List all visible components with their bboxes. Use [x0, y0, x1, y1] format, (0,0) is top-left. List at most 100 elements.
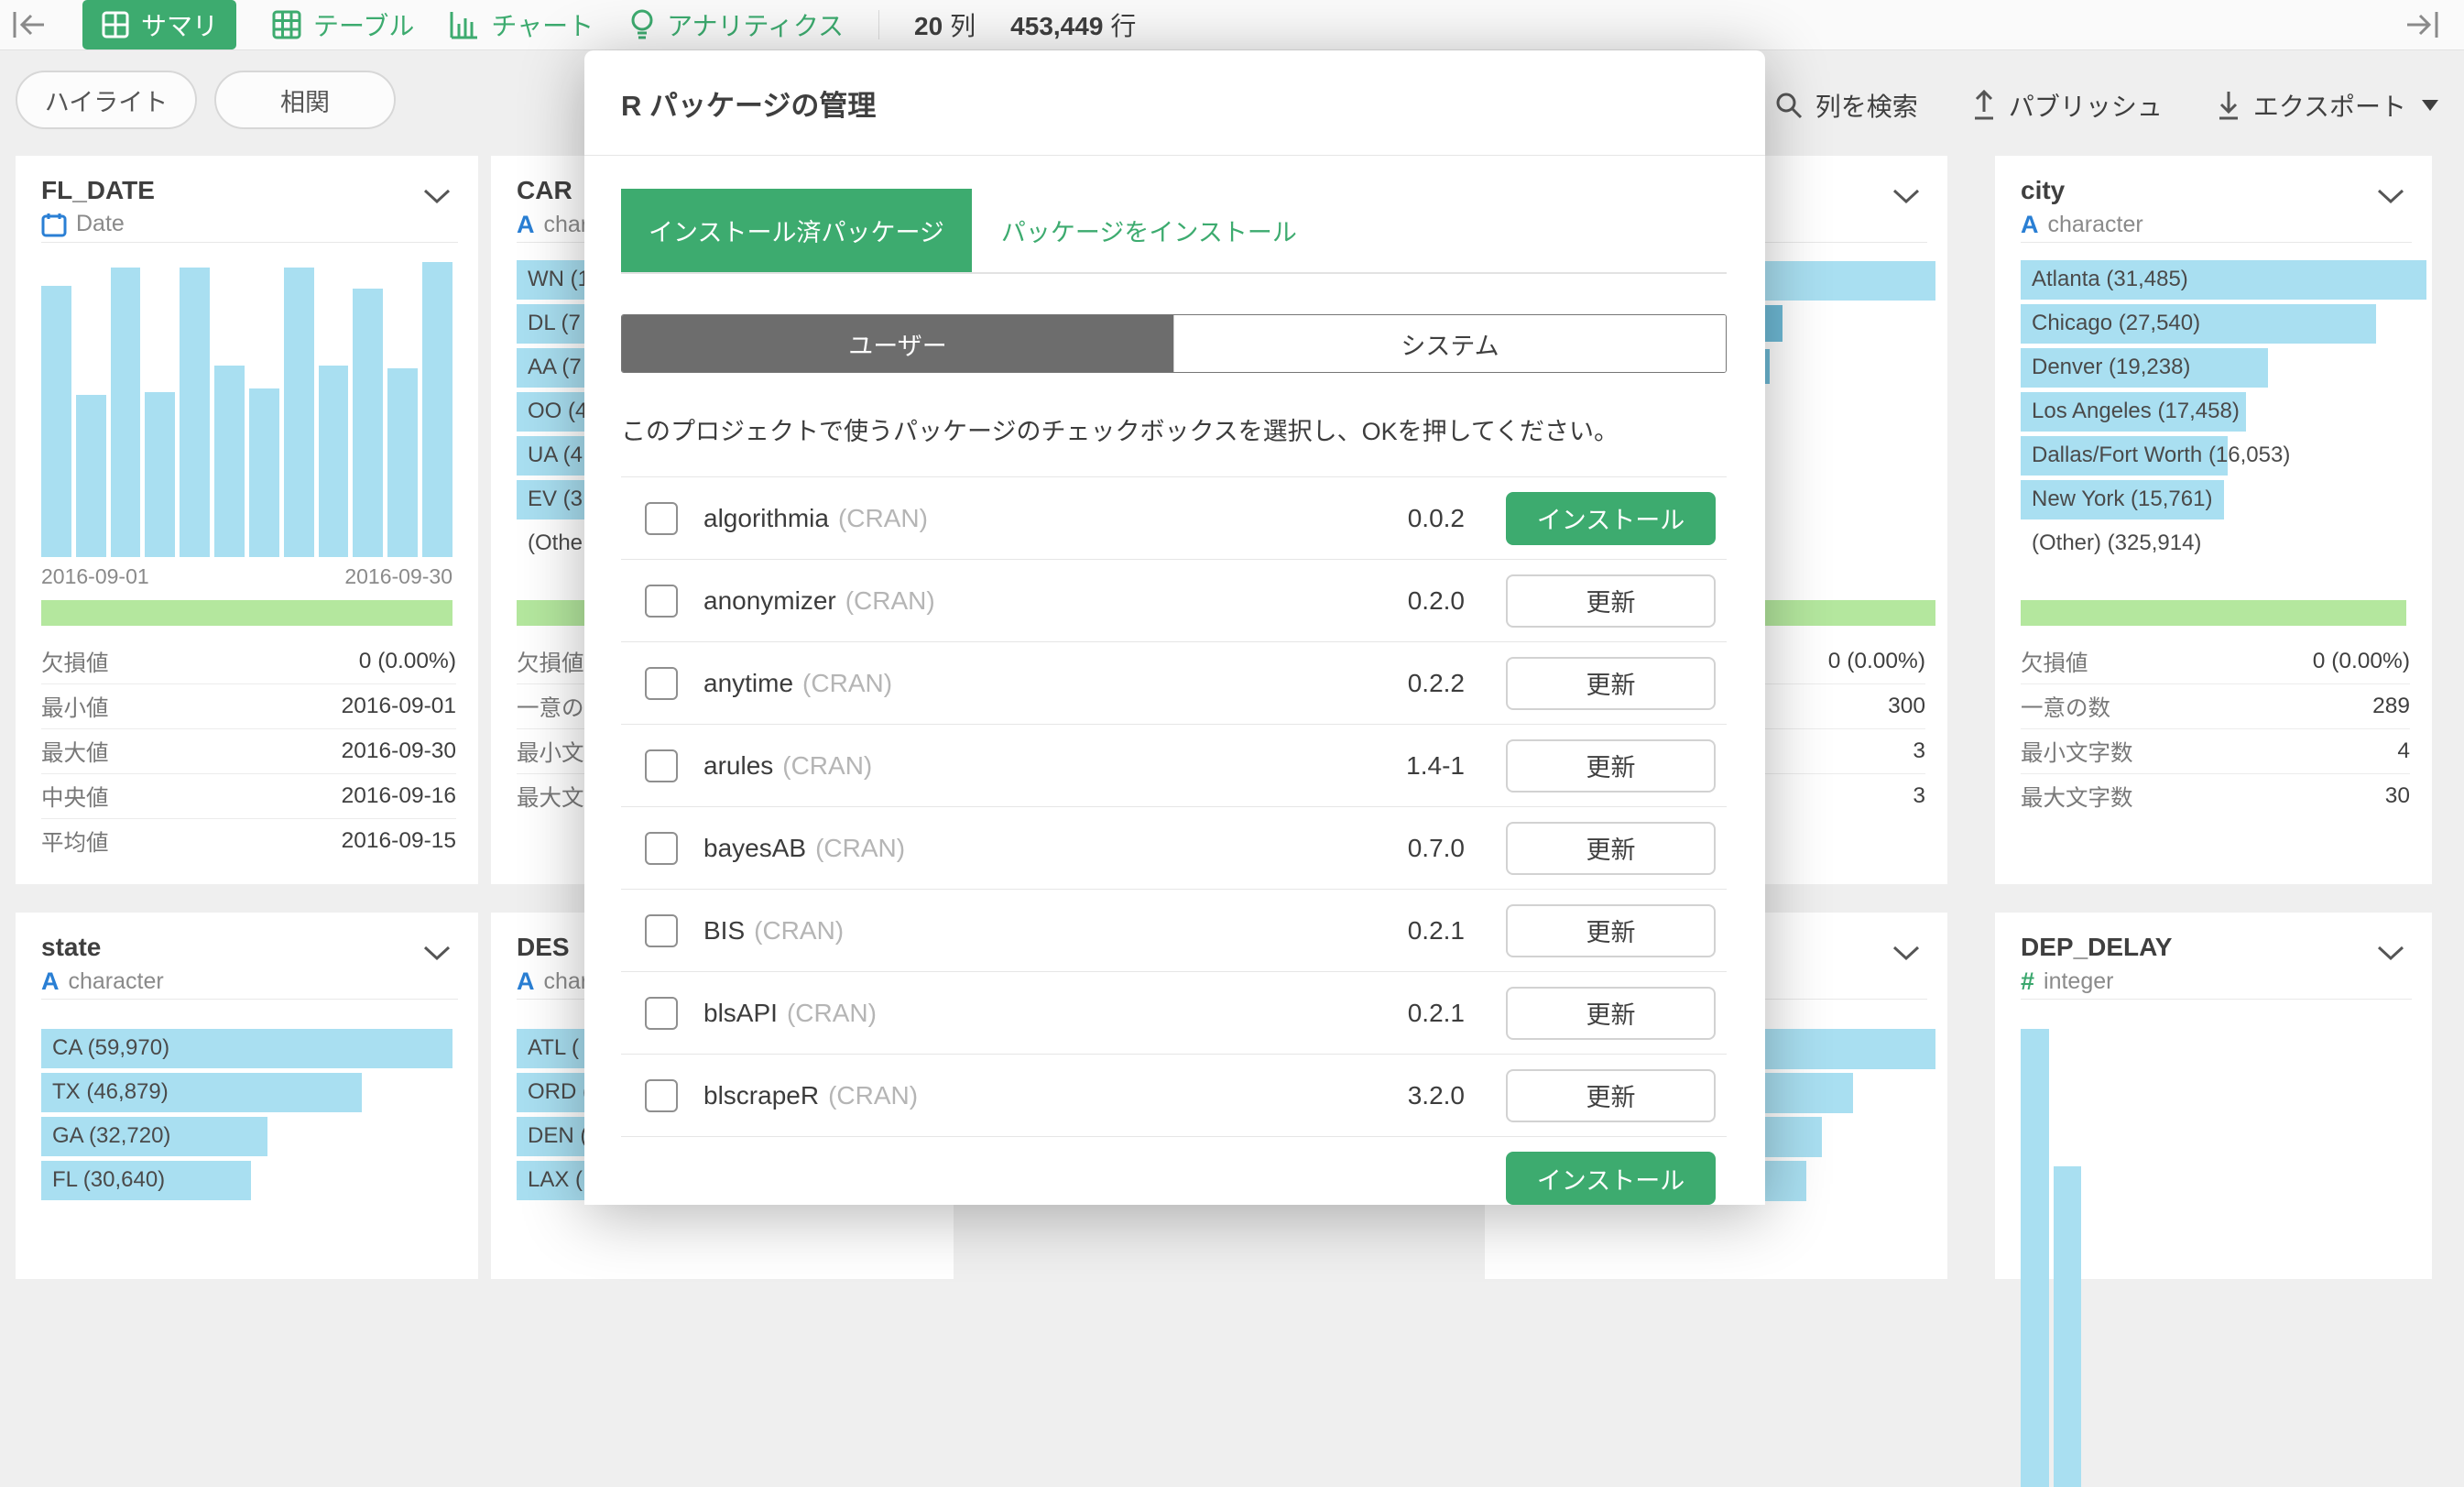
package-row: blscrapeR (CRAN) 3.2.0 更新 — [621, 1055, 1727, 1137]
delay-histogram — [2021, 1029, 2406, 1487]
package-checkbox[interactable] — [645, 585, 678, 618]
package-name: blsAPI — [703, 999, 778, 1028]
tab-summary[interactable]: サマリ — [82, 0, 236, 49]
collapse-left-icon[interactable] — [11, 9, 48, 40]
character-type-icon: A — [41, 968, 60, 996]
card-title: FL_DATE — [41, 176, 155, 205]
card-title: DEP_DELAY — [2021, 933, 2172, 962]
column-card-state: state A character CA (59,970) TX (46,879… — [16, 913, 478, 1279]
card-divider — [41, 999, 458, 1000]
card-type: # integer — [2021, 968, 2113, 996]
card-type: Date — [41, 211, 125, 237]
update-button[interactable]: 更新 — [1506, 1069, 1716, 1122]
scope-user[interactable]: ユーザー — [622, 315, 1173, 372]
column-count: 20列 — [914, 6, 976, 43]
package-source: (CRAN) — [815, 834, 905, 863]
correlation-button[interactable]: 相関 — [214, 71, 396, 129]
package-version: 1.4-1 — [1327, 751, 1465, 781]
tab-analytics[interactable]: アナリティクス — [628, 6, 844, 43]
card-type: A character — [2021, 211, 2143, 239]
chevron-down-icon[interactable] — [423, 946, 451, 962]
tab-analytics-label: アナリティクス — [667, 6, 844, 43]
tab-install-packages[interactable]: パッケージをインストール — [974, 189, 1325, 272]
tab-table[interactable]: テーブル — [271, 6, 414, 43]
package-row: BIS (CRAN) 0.2.1 更新 — [621, 890, 1727, 972]
chevron-down-icon[interactable] — [2377, 946, 2404, 962]
export-down-icon — [2216, 90, 2241, 121]
search-columns-button[interactable]: 列を検索 — [1774, 87, 1918, 124]
stat-row: 平均値2016-09-15 — [41, 818, 456, 863]
table-grid-icon — [271, 9, 302, 40]
stat-row: 中央値2016-09-16 — [41, 773, 456, 818]
publish-button[interactable]: パブリッシュ — [1971, 87, 2163, 124]
scope-system[interactable]: システム — [1173, 315, 1726, 372]
tab-chart[interactable]: チャート — [449, 6, 594, 43]
highlight-button[interactable]: ハイライト — [16, 71, 197, 129]
range-bar — [41, 600, 452, 626]
package-row: blsAPI (CRAN) 0.2.1 更新 — [621, 972, 1727, 1055]
package-version: 0.0.2 — [1327, 504, 1465, 533]
package-tabs: インストール済パッケージ パッケージをインストール — [621, 189, 1727, 274]
card-title: CAR — [517, 176, 572, 205]
column-card-dep-delay: DEP_DELAY # integer — [1995, 913, 2432, 1279]
toolbar-divider — [878, 10, 879, 39]
package-name: arules — [703, 751, 773, 781]
package-checkbox[interactable] — [645, 997, 678, 1030]
package-row: bayesAB (CRAN) 0.7.0 更新 — [621, 807, 1727, 890]
package-name: blscrapeR — [703, 1081, 819, 1110]
chevron-down-icon[interactable] — [1892, 189, 1920, 205]
export-button[interactable]: エクスポート — [2216, 87, 2438, 124]
row-count: 453,449行 — [1010, 6, 1136, 43]
update-button[interactable]: 更新 — [1506, 657, 1716, 710]
chevron-down-icon[interactable] — [1892, 946, 1920, 962]
card-title: city — [2021, 176, 2065, 205]
package-name: algorithmia — [703, 504, 829, 533]
stat-row: 一意の数289 — [2021, 683, 2410, 728]
stat-row: 最大値2016-09-30 — [41, 728, 456, 773]
category-bars: Atlanta (31,485) Chicago (27,540) Denver… — [2021, 260, 2426, 568]
card-divider — [41, 242, 458, 243]
expand-right-icon[interactable] — [2404, 9, 2440, 40]
tab-installed-packages[interactable]: インストール済パッケージ — [621, 189, 972, 272]
install-button[interactable]: インストール — [1506, 492, 1716, 545]
package-version: 0.7.0 — [1327, 834, 1465, 863]
package-source: (CRAN) — [787, 999, 877, 1028]
package-checkbox[interactable] — [645, 832, 678, 865]
chevron-down-icon[interactable] — [2377, 189, 2404, 205]
bar-chart-icon — [449, 9, 480, 40]
update-button[interactable]: 更新 — [1506, 904, 1716, 957]
package-source: (CRAN) — [828, 1081, 918, 1110]
publish-up-icon — [1971, 90, 1997, 121]
update-button[interactable]: 更新 — [1506, 739, 1716, 793]
package-checkbox[interactable] — [645, 1079, 678, 1112]
header-actions: 列を検索 パブリッシュ エクスポート — [1774, 87, 2438, 124]
package-name: BIS — [703, 916, 745, 946]
character-type-icon: A — [517, 968, 535, 996]
card-divider — [2021, 242, 2412, 243]
install-button[interactable]: インストール — [1506, 1152, 1716, 1205]
package-source: (CRAN) — [802, 669, 892, 698]
package-row: arules (CRAN) 1.4-1 更新 — [621, 725, 1727, 807]
range-bar — [2021, 600, 2406, 626]
update-button[interactable]: 更新 — [1506, 574, 1716, 628]
package-row: anytime (CRAN) 0.2.2 更新 — [621, 642, 1727, 725]
stat-row: 欠損値0 (0.00%) — [2021, 640, 2410, 683]
card-divider — [2021, 999, 2412, 1000]
card-type: A character — [41, 968, 164, 996]
tab-summary-label: サマリ — [141, 6, 218, 43]
chevron-down-icon[interactable] — [423, 189, 451, 205]
calendar-icon — [41, 212, 67, 237]
card-title: state — [41, 933, 101, 962]
package-version: 0.2.1 — [1327, 916, 1465, 946]
stat-row: 最大文字数30 — [2021, 773, 2410, 818]
package-version: 3.2.0 — [1327, 1081, 1465, 1110]
stats-table: 欠損値0 (0.00%) 最小値2016-09-01 最大値2016-09-30… — [41, 640, 456, 863]
package-checkbox[interactable] — [645, 667, 678, 700]
package-checkbox[interactable] — [645, 749, 678, 782]
update-button[interactable]: 更新 — [1506, 822, 1716, 875]
package-checkbox[interactable] — [645, 914, 678, 947]
r-package-manager-dialog: R パッケージの管理 インストール済パッケージ パッケージをインストール ユーザ… — [584, 50, 1765, 1205]
package-row: algorithmia (CRAN) 0.0.2 インストール — [621, 477, 1727, 560]
package-checkbox[interactable] — [645, 502, 678, 535]
update-button[interactable]: 更新 — [1506, 987, 1716, 1040]
